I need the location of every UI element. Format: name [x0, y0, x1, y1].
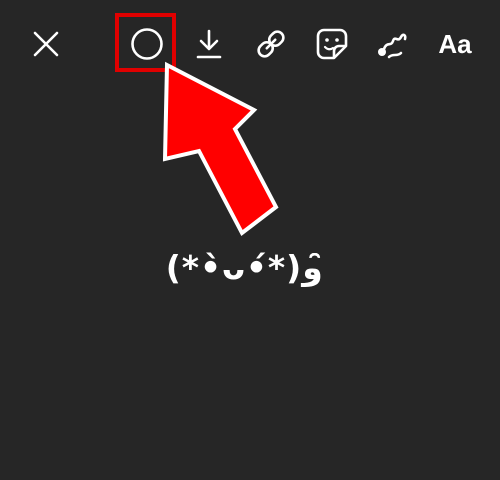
download-button[interactable]	[187, 22, 231, 66]
text-tool-button[interactable]: Aa	[430, 22, 480, 66]
draw-icon	[378, 33, 407, 59]
sticker-button[interactable]	[310, 22, 354, 66]
story-editor-screen: Aa (*•̀ᴗ•́*)و ̑̑	[0, 0, 500, 480]
circle-button[interactable]	[125, 22, 169, 66]
close-button[interactable]	[24, 22, 68, 66]
circle-icon	[131, 28, 163, 60]
canvas-text[interactable]: (*•̀ᴗ•́*)و ̑̑	[0, 248, 500, 287]
download-icon	[196, 29, 222, 59]
sticker-icon	[316, 28, 348, 60]
annotation-arrow-icon	[162, 61, 279, 237]
draw-button[interactable]	[371, 22, 415, 66]
link-button[interactable]	[249, 22, 293, 66]
link-icon	[257, 30, 285, 58]
close-icon	[33, 31, 59, 57]
